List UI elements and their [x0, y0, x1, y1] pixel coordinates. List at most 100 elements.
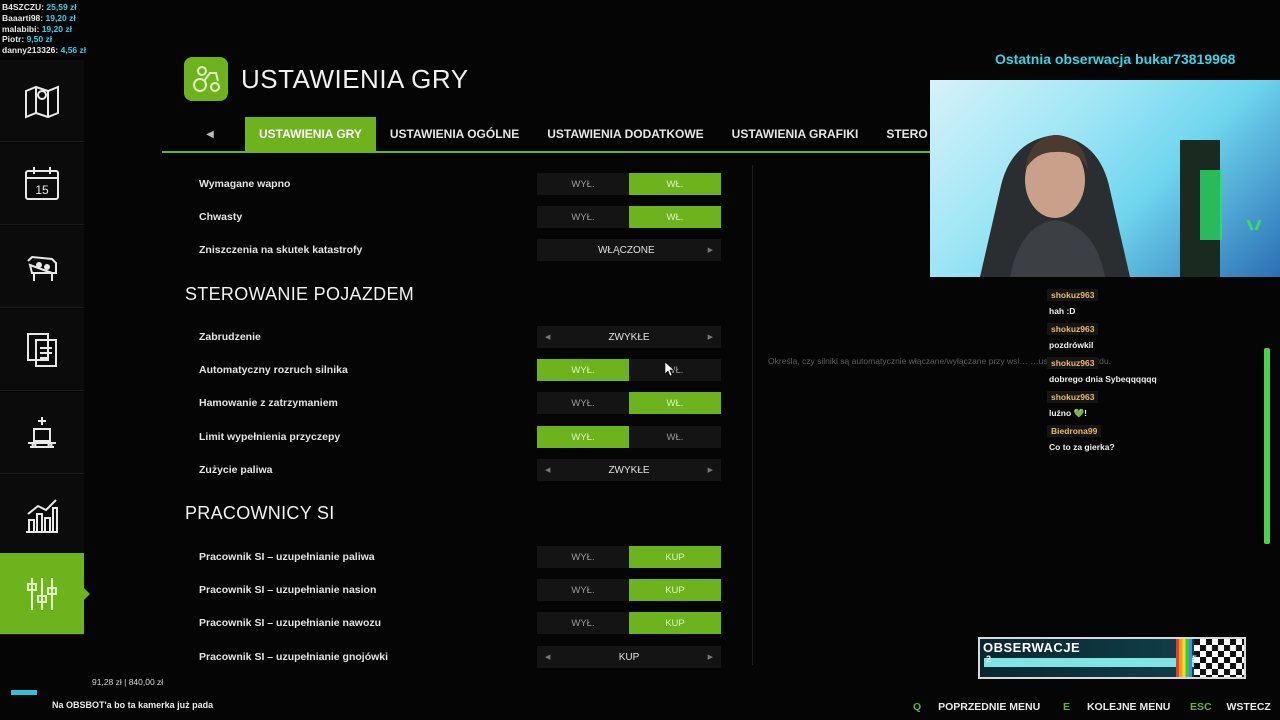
sidebar-item-map[interactable] [0, 60, 84, 142]
contracts-icon [27, 332, 57, 367]
settings-header-icon [184, 57, 228, 101]
chat-username: shokuz963 [1047, 357, 1099, 369]
goal-rainbow-stripes [1176, 639, 1192, 677]
footer-next-menu[interactable]: E KOLEJNE MENU [1063, 701, 1170, 713]
section-title-vehicle: STEROWANIE POJAZDEM [185, 284, 415, 304]
value-selector[interactable]: WŁĄCZONE ▶ [537, 239, 721, 261]
toggle-control: WYŁ. WŁ. [537, 426, 721, 448]
value-selector[interactable]: ◀ ZWYKŁE ▶ [537, 459, 721, 481]
chat-username: shokuz963 [1047, 289, 1099, 301]
selector-right-arrow[interactable]: ▶ [708, 246, 713, 254]
cow-icon [27, 255, 57, 281]
selector-right-arrow[interactable]: ▶ [708, 466, 713, 474]
option-buy[interactable]: KUP [629, 612, 721, 634]
donation-item: Baaarti98: 19,20 zł [2, 12, 76, 23]
setting-label: Pracownik SI – uzupełnianie paliwa [199, 551, 375, 563]
setting-label: Limit wypełnienia przyczepy [199, 431, 341, 443]
settings-sliders-icon [27, 577, 57, 610]
production-icon [28, 416, 56, 448]
value-selector[interactable]: ◀ ZWYKŁE ▶ [537, 326, 721, 348]
sidebar-item-animals[interactable] [0, 226, 84, 308]
tab-graphics-settings[interactable]: USTAWIENIA GRAFIKI [718, 117, 873, 151]
active-indicator-arrow [83, 587, 90, 601]
sidebar-item-calendar[interactable]: 15 [0, 143, 84, 225]
chat-scrollbar[interactable] [1264, 348, 1270, 544]
stream-ticker: Na OBSBOT'a bo ta kamerka już pada [52, 700, 214, 710]
option-on[interactable]: WŁ. [629, 173, 721, 195]
money-balance: 91,28 zł | 840,00 zł [92, 677, 164, 687]
setting-label: Hamowanie z zatrzymaniem [199, 397, 338, 409]
selector-right-arrow[interactable]: ▶ [708, 653, 713, 661]
footer-label: KOLEJNE MENU [1086, 701, 1171, 713]
goal-target: 5 [1192, 654, 1198, 664]
setting-label: Zniszczenia na skutek katastrofy [199, 244, 363, 256]
option-off[interactable]: WYŁ. [537, 173, 629, 195]
toggle-control: WYŁ. WŁ. [537, 206, 721, 228]
sidebar-item-contracts[interactable] [0, 309, 84, 391]
chat-text: pozdrówkil [1049, 340, 1094, 350]
statistics-icon [26, 498, 58, 533]
donation-item: malabibi: 19,20 zł [2, 23, 72, 34]
goal-label: OBSERWACJE [983, 640, 1081, 655]
selector-value: ZWYKŁE [608, 464, 650, 476]
option-off[interactable]: WYŁ. [537, 206, 629, 228]
toggle-control: WYŁ. KUP [537, 579, 721, 601]
setting-row-disasters: Zniszczenia na skutek katastrofy WŁĄCZON… [185, 237, 730, 264]
option-off[interactable]: WYŁ. [537, 359, 629, 381]
chat-message: shokuz963 pozdrówkil [1047, 319, 1099, 350]
tab-general-settings[interactable]: USTAWIENIA OGÓLNE [376, 117, 533, 151]
chat-username: Biedrona99 [1047, 425, 1102, 437]
setting-row-weeds: Chwasty WYŁ. WŁ. [185, 204, 730, 231]
option-on[interactable]: WŁ. [629, 359, 721, 381]
tab-prev-button[interactable]: ◀ [200, 124, 220, 144]
tractor-gear-icon [193, 66, 220, 92]
mouse-cursor-icon [665, 362, 675, 376]
sidebar: 15 [0, 60, 90, 640]
option-off[interactable]: WYŁ. [537, 612, 629, 634]
sidebar-item-statistics[interactable] [0, 475, 84, 557]
toggle-control: WYŁ. KUP [537, 612, 721, 634]
chat-message: shokuz963 hah :D [1047, 285, 1099, 316]
option-off[interactable]: WYŁ. [537, 546, 629, 568]
footer-back[interactable]: ESC WSTECZ [1190, 701, 1271, 713]
option-on[interactable]: WŁ. [629, 392, 721, 414]
tab-controls[interactable]: STERO [872, 117, 930, 151]
goal-finish-flag [1194, 639, 1244, 677]
setting-row-lime: Wymagane wapno WYŁ. WŁ. [185, 171, 730, 198]
page-title: USTAWIENIA GRY [241, 64, 469, 94]
donations-list: B4SZCZU: 25,59 zł Baaarti98: 19,20 zł ma… [2, 2, 86, 56]
selector-left-arrow[interactable]: ◀ [545, 466, 550, 474]
chat-username: shokuz963 [1047, 323, 1099, 335]
setting-label: Zabrudzenie [199, 331, 261, 343]
selector-left-arrow[interactable]: ◀ [545, 333, 550, 341]
sidebar-item-settings[interactable] [0, 553, 90, 635]
key-hint: E [1063, 701, 1071, 713]
option-off[interactable]: WYŁ. [537, 579, 629, 601]
option-buy[interactable]: KUP [629, 579, 721, 601]
sidebar-item-production[interactable] [0, 392, 84, 474]
selector-right-arrow[interactable]: ▶ [708, 333, 713, 341]
setting-row-trailer-fill-limit: Limit wypełnienia przyczepy WYŁ. WŁ. [185, 424, 730, 451]
tab-game-settings[interactable]: USTAWIENIA GRY [245, 117, 376, 151]
footer-prev-menu[interactable]: Q POPRZEDNIE MENU [913, 701, 1040, 713]
option-off[interactable]: WYŁ. [537, 426, 629, 448]
selector-value: KUP [618, 651, 640, 663]
footer-label: POPRZEDNIE MENU [938, 701, 1041, 713]
setting-row-worker-fertilizer: Pracownik SI – uzupełnianie nawozu WYŁ. … [185, 610, 730, 637]
setting-label: Zużycie paliwa [199, 464, 273, 476]
chat-message: shokuz963 dobrego dnia Sybeqqqqqq [1047, 353, 1157, 384]
tab-underline [162, 151, 932, 153]
option-on[interactable]: WŁ. [629, 426, 721, 448]
option-on[interactable]: WŁ. [629, 206, 721, 228]
chat-text: luźno 💚! [1049, 408, 1087, 418]
value-selector[interactable]: ◀ KUP ▶ [537, 646, 721, 668]
option-off[interactable]: WYŁ. [537, 392, 629, 414]
setting-label: Wymagane wapno [199, 178, 291, 190]
option-buy[interactable]: KUP [629, 546, 721, 568]
tab-additional-settings[interactable]: USTAWIENIA DODATKOWE [533, 117, 717, 151]
follow-goal-widget: OBSERWACJE 2 5 [978, 637, 1246, 679]
chat-message: Biedrona99 Co to za gierka? [1047, 421, 1115, 452]
selector-left-arrow[interactable]: ◀ [545, 653, 550, 661]
last-follower-label: Ostatnia obserwacja bukar73819968 [995, 51, 1236, 67]
chat-message: shokuz963 luźno 💚! [1047, 387, 1099, 419]
